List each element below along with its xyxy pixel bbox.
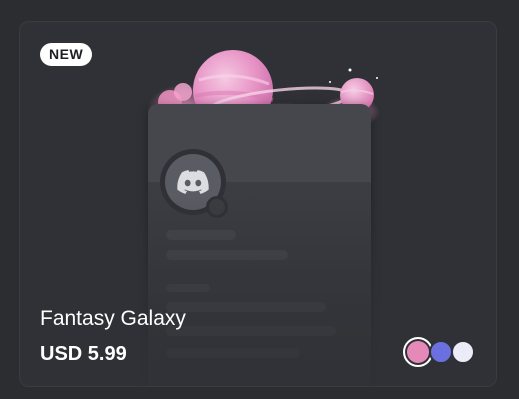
profile-preview [148,104,371,386]
skeleton-line [166,302,326,312]
swatch-blurple[interactable] [429,340,453,364]
product-price: USD 5.99 [40,343,127,365]
skeleton-line [166,230,236,240]
color-swatches [403,337,483,367]
skeleton-line [166,250,288,260]
skeleton-line [166,326,336,336]
product-card[interactable]: NEW Fantasy Galaxy USD 5.99 [19,21,497,387]
skeleton-line [166,284,210,292]
status-dot [206,196,228,218]
skeleton-line [166,348,300,358]
discord-logo-icon [177,170,209,194]
product-title: Fantasy Galaxy [40,307,186,330]
new-badge: NEW [40,43,93,66]
swatch-white[interactable] [451,340,475,364]
